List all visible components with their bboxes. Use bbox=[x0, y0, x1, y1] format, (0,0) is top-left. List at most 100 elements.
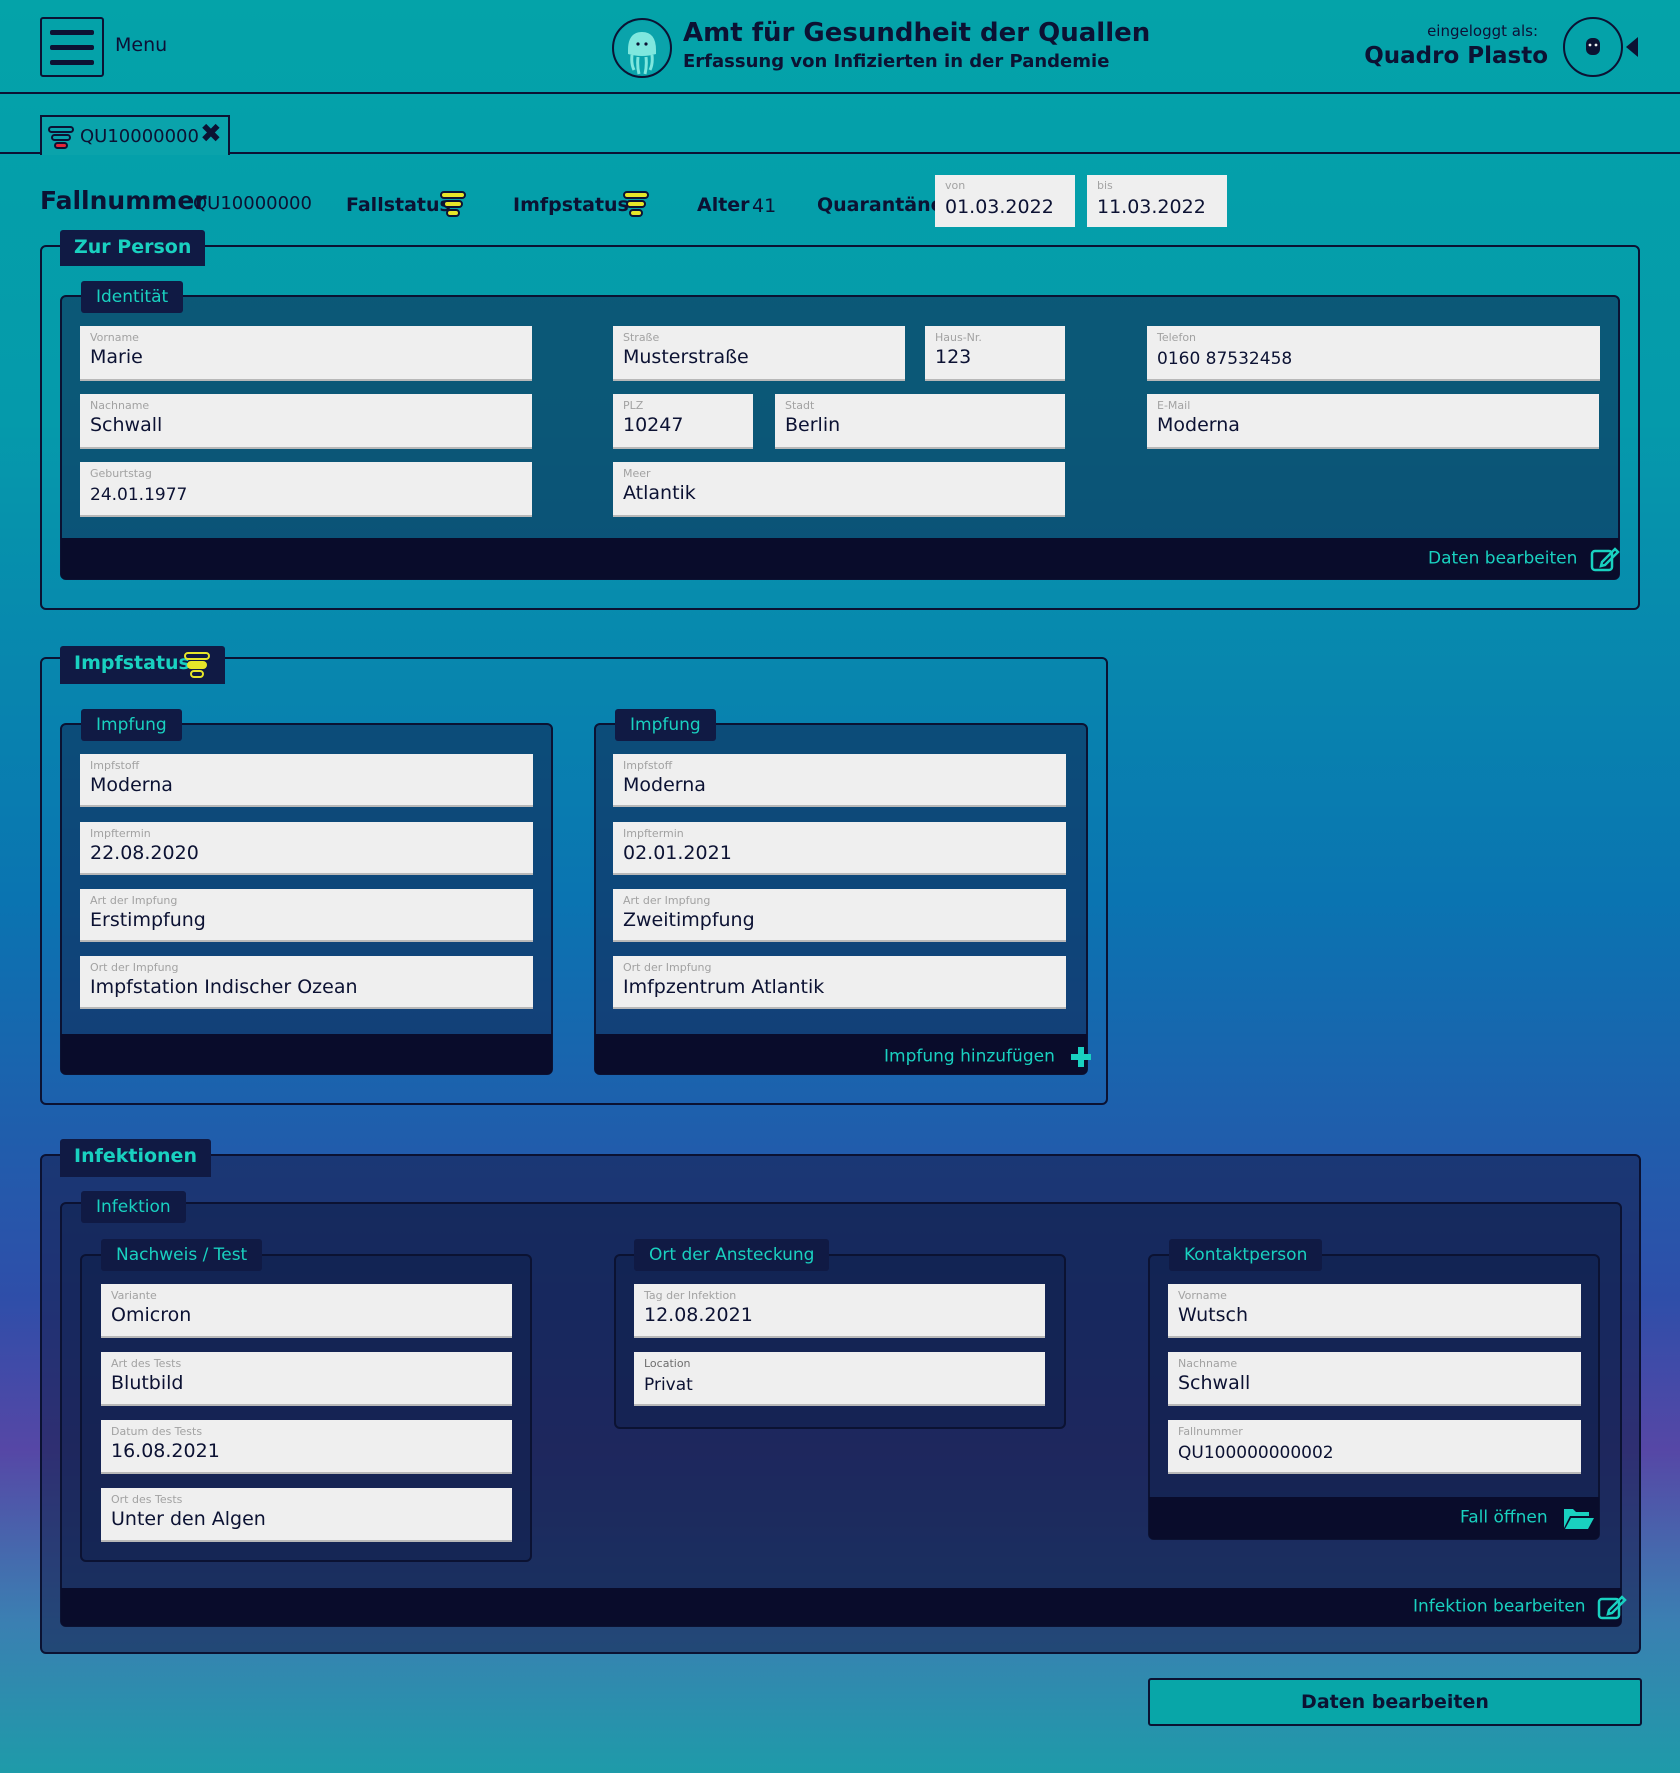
field-label: Datum des Tests bbox=[111, 1425, 203, 1438]
contact-card-title: Kontaktperson bbox=[1169, 1239, 1323, 1271]
hamburger-icon-bar bbox=[50, 45, 94, 50]
field-label: Telefon bbox=[1157, 331, 1197, 344]
menu-label[interactable]: Menu bbox=[115, 34, 167, 56]
quarantine-to-field[interactable]: bis 11.03.2022 bbox=[1087, 175, 1227, 227]
field-value: Unter den Algen bbox=[111, 1508, 266, 1530]
field-value: 123 bbox=[935, 346, 972, 368]
vaccination-date-field[interactable]: Impftermin 02.01.2021 bbox=[613, 822, 1066, 875]
field-value: Marie bbox=[90, 346, 143, 368]
identity-group-title: Identität bbox=[81, 281, 184, 313]
tab-bar-divider bbox=[0, 152, 1680, 154]
field-label: PLZ bbox=[623, 399, 644, 412]
field-label: Variante bbox=[111, 1289, 157, 1302]
field-value: 02.01.2021 bbox=[623, 842, 732, 864]
test-date-field[interactable]: Datum des Tests 16.08.2021 bbox=[101, 1420, 512, 1474]
field-value: 0160 87532458 bbox=[1157, 349, 1293, 369]
field-value: Erstimpfung bbox=[90, 909, 206, 931]
infection-date-field[interactable]: Tag der Infektion 12.08.2021 bbox=[634, 1284, 1045, 1338]
app-header: Menu Amt für Gesundheit der Quallen Erfa… bbox=[0, 0, 1680, 94]
hamburger-icon-bar bbox=[50, 60, 94, 65]
city-field[interactable]: Stadt Berlin bbox=[775, 394, 1065, 449]
contact-case-number-field[interactable]: Fallnummer QU100000000002 bbox=[1168, 1420, 1581, 1474]
logged-in-user: Quadro Plasto bbox=[1364, 43, 1548, 69]
field-label: Vorname bbox=[1178, 1289, 1227, 1302]
zip-field[interactable]: PLZ 10247 bbox=[613, 394, 753, 449]
birthday-field[interactable]: Geburtstag 24.01.1977 bbox=[80, 462, 532, 517]
open-case-button[interactable]: Fall öffnen bbox=[1460, 1506, 1595, 1534]
edit-infection-label: Infektion bearbeiten bbox=[1413, 1596, 1586, 1617]
field-value: 10247 bbox=[623, 414, 684, 436]
vaccine-field[interactable]: Impfstoff Moderna bbox=[80, 754, 533, 807]
sea-field[interactable]: Meer Atlantik bbox=[613, 462, 1065, 517]
caret-left-icon[interactable] bbox=[1626, 37, 1638, 57]
vaccination-date-field[interactable]: Impftermin 22.08.2020 bbox=[80, 822, 533, 875]
field-value: 16.08.2021 bbox=[111, 1440, 220, 1462]
field-label: Impftermin bbox=[623, 827, 684, 840]
field-label: Stadt bbox=[785, 399, 815, 412]
field-value: 01.03.2022 bbox=[945, 196, 1054, 218]
phone-field[interactable]: Telefon 0160 87532458 bbox=[1147, 326, 1600, 381]
edit-icon bbox=[1591, 547, 1621, 572]
app-title: Amt für Gesundheit der Quallen bbox=[683, 18, 1151, 48]
avatar-icon[interactable] bbox=[1563, 17, 1623, 77]
email-field[interactable]: E-Mail Moderna bbox=[1147, 394, 1599, 449]
vaccination-place-field[interactable]: Ort der Impfung Impfstation Indischer Oze… bbox=[80, 956, 533, 1009]
variant-field[interactable]: Variante Omicron bbox=[101, 1284, 512, 1338]
field-label: Tag der Infektion bbox=[644, 1289, 737, 1302]
tab-case[interactable]: QU10000000 ✖ bbox=[40, 115, 230, 155]
app-subtitle: Erfassung von Infizierten in der Pandemi… bbox=[683, 51, 1110, 72]
age-value: 41 bbox=[752, 195, 777, 217]
quarantine-from-field[interactable]: von 01.03.2022 bbox=[935, 175, 1075, 227]
field-label: Fallnummer bbox=[1178, 1425, 1243, 1438]
street-field[interactable]: Straße Musterstraße bbox=[613, 326, 905, 381]
house-number-field[interactable]: Haus-Nr. 123 bbox=[925, 326, 1065, 381]
test-place-field[interactable]: Ort des Tests Unter den Algen bbox=[101, 1488, 512, 1542]
case-number-label: Fallnummer bbox=[40, 186, 207, 215]
vaccination-type-field[interactable]: Art der Impfung Erstimpfung bbox=[80, 889, 533, 942]
field-value: 24.01.1977 bbox=[90, 485, 188, 505]
field-label: Straße bbox=[623, 331, 660, 344]
field-value: 12.08.2021 bbox=[644, 1304, 753, 1326]
vaccination-card-footer bbox=[61, 1034, 552, 1074]
plus-icon bbox=[1070, 1047, 1091, 1067]
close-icon[interactable]: ✖ bbox=[200, 119, 222, 149]
add-vaccination-button[interactable]: Impfung hinzufügen bbox=[884, 1046, 1092, 1070]
vaccination-place-field[interactable]: Ort der Impfung Imfpzentrum Atlantik bbox=[613, 956, 1066, 1009]
field-value: Musterstraße bbox=[623, 346, 749, 368]
field-value: Berlin bbox=[785, 414, 841, 436]
contact-firstname-field[interactable]: Vorname Wutsch bbox=[1168, 1284, 1581, 1338]
infections-section-title: Infektionen bbox=[60, 1139, 211, 1177]
edit-data-button[interactable]: Daten bearbeiten bbox=[1148, 1678, 1642, 1726]
folder-open-icon bbox=[1563, 1509, 1594, 1529]
hamburger-menu-button[interactable] bbox=[40, 17, 104, 77]
field-label: Ort der Impfung bbox=[90, 961, 179, 974]
open-case-label: Fall öffnen bbox=[1460, 1507, 1548, 1528]
field-value: Zweitimpfung bbox=[623, 909, 755, 931]
vaccination-card-title: Impfung bbox=[81, 709, 182, 741]
field-label: Impfstoff bbox=[623, 759, 673, 772]
edit-icon bbox=[1597, 1595, 1627, 1620]
infection-group-title: Infektion bbox=[81, 1191, 186, 1223]
infection-footer bbox=[61, 1588, 1621, 1626]
infection-place-card-title: Ort der Ansteckung bbox=[634, 1239, 830, 1271]
field-label: bis bbox=[1097, 179, 1113, 192]
quarantine-label: Quarantäne bbox=[817, 194, 944, 216]
vaccination-section-title: Impfstatus bbox=[60, 646, 225, 684]
edit-person-button[interactable]: Daten bearbeiten bbox=[1428, 546, 1621, 574]
field-value: Moderna bbox=[90, 774, 173, 796]
vaccine-field[interactable]: Impfstoff Moderna bbox=[613, 754, 1066, 807]
field-value: Privat bbox=[644, 1375, 693, 1395]
vaccination-status-label: Imfpstatus bbox=[513, 194, 629, 216]
field-value: Moderna bbox=[1157, 414, 1240, 436]
edit-infection-button[interactable]: Infektion bearbeiten bbox=[1413, 1594, 1627, 1622]
vaccination-type-field[interactable]: Art der Impfung Zweitimpfung bbox=[613, 889, 1066, 942]
infection-location-field[interactable]: Location Privat bbox=[634, 1352, 1045, 1406]
field-value: 22.08.2020 bbox=[90, 842, 199, 864]
jellyfish-logo bbox=[612, 18, 672, 78]
field-label: Vorname bbox=[90, 331, 139, 344]
case-number: QU10000000 bbox=[193, 193, 312, 214]
test-type-field[interactable]: Art des Tests Blutbild bbox=[101, 1352, 512, 1406]
contact-lastname-field[interactable]: Nachname Schwall bbox=[1168, 1352, 1581, 1406]
nachname-field[interactable]: Nachname Schwall bbox=[80, 394, 532, 449]
vorname-field[interactable]: Vorname Marie bbox=[80, 326, 532, 381]
